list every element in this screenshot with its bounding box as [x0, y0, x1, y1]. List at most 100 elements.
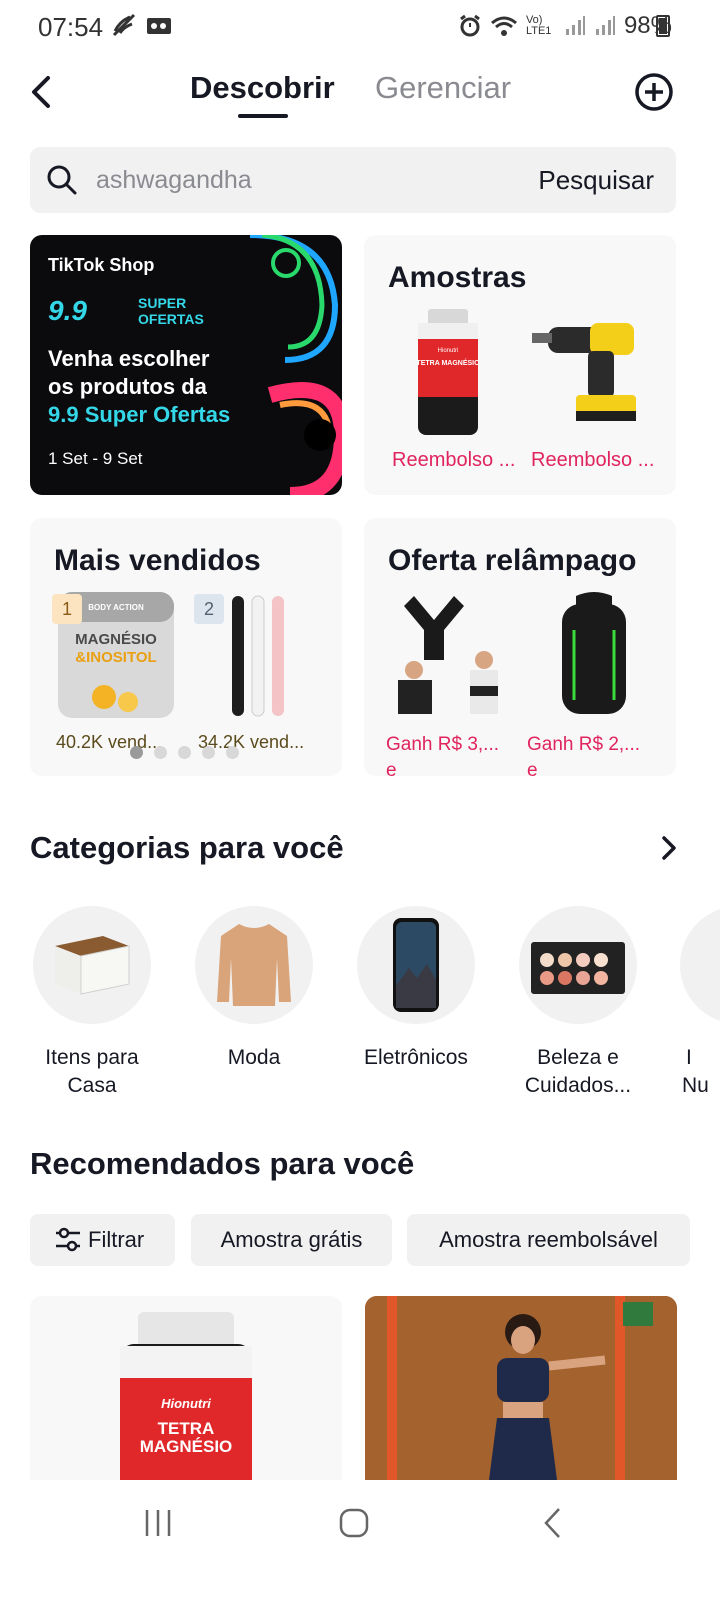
search-bar[interactable]: ashwagandha Pesquisar [30, 147, 676, 213]
recommended-product-card[interactable] [365, 1296, 677, 1480]
alarm-icon [460, 14, 480, 37]
signal-icon [565, 16, 585, 35]
promo-headline-line1: Venha escolher [48, 346, 210, 371]
signal-icon-2 [595, 16, 615, 35]
promo-dates: 1 Set - 9 Set [48, 449, 143, 468]
category-partial[interactable]: I Nu [670, 906, 720, 1100]
category-label: Beleza e Cuidados... [508, 1044, 648, 1100]
back-nav-icon[interactable] [541, 1506, 565, 1540]
phone-icon [393, 918, 439, 1012]
backpack-product-image[interactable] [534, 590, 654, 716]
add-circle-icon[interactable] [634, 72, 674, 112]
category-moda[interactable]: Moda [184, 906, 324, 1072]
card-brand: Hionutri [161, 1396, 211, 1411]
status-bar: 07:54 Vo) LTE1 98% [0, 0, 720, 52]
category-label: Moda [184, 1044, 324, 1072]
back-arrow-icon[interactable] [24, 72, 64, 112]
oferta-relampago-card[interactable]: Oferta relâmpago Ganh R$ 3,... e Ganh R$… [364, 518, 676, 776]
status-right: Vo) LTE1 98% [458, 12, 672, 40]
promo-badge-text: SUPER OFERTAS [138, 295, 204, 327]
carousel-dot [130, 746, 143, 759]
tab-gerenciar[interactable]: Gerenciar [375, 70, 511, 106]
search-input[interactable]: ashwagandha [96, 166, 252, 195]
category-label-line2: Nu [682, 1074, 709, 1097]
category-itens-casa[interactable]: Itens para Casa [22, 906, 162, 1100]
posture-corrector-product-image[interactable] [384, 590, 514, 716]
recommended-product-card[interactable]: Hionutri TETRA MAGNÉSIO [30, 1296, 342, 1480]
card-product-line1: TETRA [158, 1419, 215, 1438]
promo-badge-number: 9.9 [48, 295, 87, 326]
promo-headline: Venha escolher os produtos da 9.9 Super … [48, 345, 308, 429]
carousel-dot [178, 746, 191, 759]
flash-offer-2-line2: e [527, 760, 538, 776]
tetra-magnesio-bottle-image: Hionutri TETRA MAGNÉSIO [120, 1312, 252, 1480]
recent-apps-icon[interactable] [142, 1508, 174, 1538]
flash-offer-1-line2: e [386, 760, 397, 776]
category-image [680, 906, 720, 1024]
filter-chip[interactable]: Filtrar [30, 1214, 175, 1266]
category-image [357, 906, 475, 1024]
category-label-line1: Eletrônicos [364, 1046, 468, 1069]
network-label: Vo) LTE1 [525, 14, 552, 37]
system-nav-bar [0, 1480, 720, 1600]
body-action-label: BODY ACTION [88, 603, 144, 612]
hionutri-label: Hionutri [438, 348, 459, 354]
amostra-reembolsavel-chip[interactable]: Amostra reembolsável [407, 1214, 690, 1266]
flash-offer-1-line1: Ganh R$ 3,... [386, 734, 500, 755]
carousel-dot [154, 746, 167, 759]
amostras-card[interactable]: Amostras TETRA MAGNÉSIO Hionutri Reembol… [364, 235, 676, 495]
flash-offer-2: Ganh R$ 2,... e [527, 732, 657, 776]
voicemail-icon [147, 18, 171, 34]
tetra-magnesio-product-image[interactable]: TETRA MAGNÉSIO Hionutri [388, 309, 508, 435]
tab-descobrir[interactable]: Descobrir [190, 70, 335, 106]
sweater-icon [217, 924, 291, 1006]
carousel-dot [202, 746, 215, 759]
category-eletronicos[interactable]: Eletrônicos [346, 906, 486, 1072]
amostra-gratis-chip[interactable]: Amostra grátis [191, 1214, 392, 1266]
category-label-line1: Itens para [45, 1046, 139, 1069]
promo-banner[interactable]: TikTok Shop 9.9 SUPER OFERTAS Venha esco… [30, 235, 342, 495]
battery-icon [656, 15, 670, 37]
wifi-call-icon [112, 13, 136, 37]
flash-offer-1: Ganh R$ 3,... e [386, 732, 516, 776]
magnesio-label: MAGNÉSIO [75, 631, 157, 648]
status-left-icons [112, 13, 172, 37]
category-image [519, 906, 637, 1024]
category-label: I Nu [670, 1044, 720, 1100]
amostra-reembolsavel-label: Amostra reembolsável [439, 1227, 658, 1252]
mais-vendidos-card[interactable]: Mais vendidos MAGNÉSIO &INOSITOL BODY AC… [30, 518, 342, 776]
search-button[interactable]: Pesquisar [538, 165, 654, 196]
makeup-palette-icon [531, 942, 625, 994]
category-image [33, 906, 151, 1024]
category-image [195, 906, 313, 1024]
category-label-line2: Cuidados... [524, 1074, 632, 1097]
home-icon[interactable] [338, 1507, 370, 1539]
promo-headline-line2: os produtos da [48, 374, 207, 399]
drill-product-image[interactable] [532, 307, 652, 433]
amostras-title: Amostras [388, 261, 527, 294]
oferta-relampago-title: Oferta relâmpago [388, 544, 637, 577]
tetra-label: TETRA MAGNÉSIO [416, 358, 480, 367]
status-time: 07:54 [38, 12, 104, 42]
header: Descobrir Gerenciar [0, 60, 720, 130]
inositol-label: &INOSITOL [75, 649, 156, 666]
storage-box-icon [55, 936, 130, 995]
category-label: Itens para Casa [22, 1044, 162, 1100]
tab-underline [238, 114, 288, 118]
rank-badge-2: 2 [194, 594, 224, 624]
category-beleza[interactable]: Beleza e Cuidados... [508, 906, 648, 1100]
rank-badge-1: 1 [52, 594, 82, 624]
carousel-dot [226, 746, 239, 759]
category-label: Eletrônicos [346, 1044, 486, 1072]
recomendados-title: Recomendados para você [30, 1146, 415, 1181]
promo-headline-line3: 9.9 Super Ofertas [48, 402, 231, 427]
mais-vendidos-title: Mais vendidos [54, 544, 261, 577]
category-label-line1: I [686, 1046, 692, 1069]
filter-sliders-icon [56, 1227, 80, 1252]
card-product-line2: MAGNÉSIO [140, 1437, 233, 1456]
category-label-line2: Casa [67, 1074, 117, 1097]
chevron-right-icon[interactable] [656, 833, 682, 863]
category-label-line1: Moda [227, 1046, 281, 1069]
categorias-title: Categorias para você [30, 830, 344, 865]
category-label-line1: Beleza e [537, 1046, 619, 1069]
